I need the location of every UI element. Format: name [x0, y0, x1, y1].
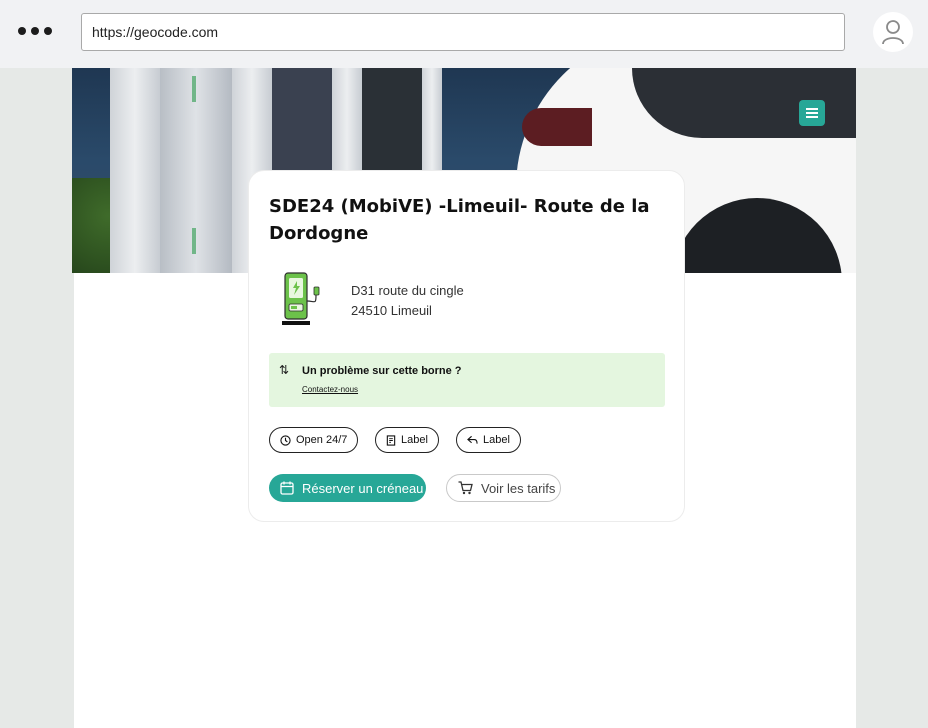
- book-slot-button[interactable]: Réserver un créneau: [269, 474, 426, 502]
- cart-icon: [458, 481, 473, 495]
- browser-toolbar: https://geocode.com: [0, 0, 928, 68]
- more-options-icon[interactable]: [18, 27, 52, 35]
- chip-label-document[interactable]: Label: [375, 427, 439, 453]
- charging-station-icon: [281, 271, 325, 332]
- sliders-icon: ⇅: [279, 363, 290, 377]
- chip-label-reply[interactable]: Label: [456, 427, 521, 453]
- station-card: SDE24 (MobiVE) -Limeuil- Route de la Dor…: [248, 170, 685, 522]
- chip-label: Label: [483, 434, 510, 446]
- station-title: SDE24 (MobiVE) -Limeuil- Route de la Dor…: [269, 196, 650, 244]
- book-slot-label: Réserver un créneau: [302, 480, 424, 496]
- chip-label: Label: [401, 434, 428, 446]
- menu-button[interactable]: [799, 100, 825, 126]
- profile-avatar[interactable]: [873, 12, 913, 52]
- chip-open-24-7[interactable]: Open 24/7: [269, 427, 359, 453]
- address-line-1: D31 route du cingle: [351, 283, 464, 298]
- clock-icon: [280, 434, 291, 446]
- user-icon: [882, 20, 904, 45]
- reply-icon: [467, 435, 478, 444]
- problem-text: Un problème sur cette borne ?: [302, 365, 462, 377]
- problem-report-banner: ⇅ Un problème sur cette borne ? Contacte…: [269, 353, 665, 407]
- view-pricing-button[interactable]: Voir les tarifs: [446, 474, 561, 502]
- view-pricing-label: Voir les tarifs: [481, 480, 556, 496]
- contact-link[interactable]: Contactez-nous: [302, 385, 358, 394]
- document-icon: [386, 434, 396, 446]
- chip-label: Open 24/7: [296, 434, 348, 446]
- calendar-icon: [280, 481, 294, 495]
- station-address: D31 route du cingle 24510 Limeuil: [351, 281, 464, 321]
- address-bar[interactable]: https://geocode.com: [81, 13, 845, 51]
- address-line-2: 24510 Limeuil: [351, 303, 432, 318]
